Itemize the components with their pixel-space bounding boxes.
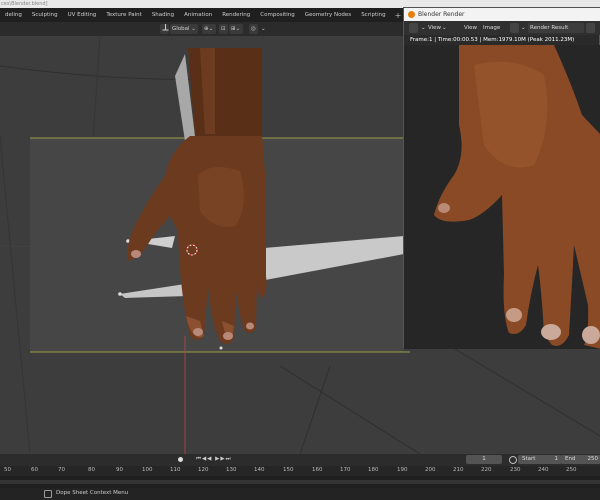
menu-image[interactable]: Image	[481, 23, 502, 33]
frame-tick: 110	[170, 467, 181, 473]
render-window-titlebar: Blender Render	[404, 8, 600, 21]
menu-view-mode-arrow[interactable]: ⌄	[440, 23, 449, 33]
transform-orientation-dropdown[interactable]: Global ⌄	[170, 24, 198, 34]
frame-tick: 140	[254, 467, 265, 473]
image-slot-field[interactable]: Render Result	[528, 23, 584, 33]
tab-rendering[interactable]: Rendering	[217, 8, 255, 22]
menu-view[interactable]: View	[462, 23, 479, 33]
status-message: Dope Sheet Context Menu	[56, 490, 129, 496]
mouse-icon	[44, 490, 52, 498]
tab-layout[interactable]: deling	[0, 8, 27, 22]
frame-tick: 170	[340, 467, 351, 473]
frame-tick: 90	[116, 467, 123, 473]
image-browse-icon[interactable]	[510, 23, 519, 33]
frame-tick: 50	[4, 467, 11, 473]
frame-tick: 230	[510, 467, 521, 473]
start-value: 1	[554, 456, 559, 462]
end-value: 250	[587, 456, 599, 462]
start-frame-field[interactable]: Start 1	[518, 455, 562, 464]
transform-orientation-icon	[160, 24, 169, 34]
image-browse-arrow[interactable]: ⌄	[519, 23, 528, 33]
frame-tick: 190	[397, 467, 408, 473]
playback-controls[interactable]: ⏮◀◀ ▶▶⏭	[196, 455, 232, 464]
tab-uv-editing[interactable]: UV Editing	[63, 8, 102, 22]
tab-animation[interactable]: Animation	[179, 8, 217, 22]
pivot-point-dropdown[interactable]: ⊕⌄	[202, 24, 216, 34]
editor-type-icon[interactable]	[409, 23, 418, 33]
tab-compositing[interactable]: Compositing	[255, 8, 299, 22]
render-info: Frame:1 | Time:00:00.53 | Mem:1979.10M (…	[410, 37, 575, 43]
frame-tick: 120	[198, 467, 209, 473]
end-frame-field[interactable]: End 250	[562, 455, 600, 464]
frame-tick: 130	[226, 467, 237, 473]
image-pin-icon[interactable]	[586, 23, 595, 33]
current-frame-field[interactable]: 1	[466, 455, 502, 464]
frame-tick: 210	[453, 467, 464, 473]
frame-tick: 250	[566, 467, 577, 473]
record-icon[interactable]	[178, 457, 183, 462]
proportional-falloff-dropdown[interactable]: ⌄	[259, 24, 266, 34]
clock-icon[interactable]	[509, 456, 517, 464]
status-bar: Dope Sheet Context Menu	[0, 488, 600, 500]
frame-tick: 180	[368, 467, 379, 473]
start-label: Start	[522, 456, 536, 462]
tab-shading[interactable]: Shading	[147, 8, 179, 22]
frame-tick: 80	[88, 467, 95, 473]
timeline-scrollbar[interactable]	[0, 480, 600, 484]
frame-tick: 240	[538, 467, 549, 473]
blender-logo-icon	[408, 11, 415, 18]
frame-tick: 70	[58, 467, 65, 473]
render-result-canvas[interactable]	[404, 45, 600, 349]
frame-tick: 220	[481, 467, 492, 473]
timeline-ruler[interactable]: 50 60 70 80 90 100 110 120 130 140 150 1…	[0, 466, 600, 476]
rendered-hand-image	[434, 45, 600, 349]
frame-tick: 150	[283, 467, 294, 473]
image-editor-header: ⌄ View ⌄ View Image ⌄ Render Result	[404, 21, 600, 35]
tab-geometry-nodes[interactable]: Geometry Nodes	[300, 8, 356, 22]
window-title: ces\Blender.blend]	[1, 1, 48, 7]
orientation-label: Global	[172, 26, 190, 32]
render-window-title: Blender Render	[418, 11, 465, 18]
frame-tick: 200	[425, 467, 436, 473]
render-window: Blender Render ⌄ View ⌄ View Image ⌄ Ren…	[403, 7, 600, 349]
tab-texture-paint[interactable]: Texture Paint	[101, 8, 147, 22]
viewport-header: Global ⌄ ⊕⌄ ⊡ ⊞⌄ ◎ ⌄	[0, 22, 404, 36]
frame-tick: 60	[31, 467, 38, 473]
snap-target-dropdown[interactable]: ⊞⌄	[229, 24, 243, 34]
frame-tick: 100	[142, 467, 153, 473]
frame-tick: 160	[312, 467, 323, 473]
snap-toggle-icon[interactable]: ⊡	[219, 24, 228, 34]
end-label: End	[565, 456, 576, 462]
tab-scripting[interactable]: Scripting	[356, 8, 390, 22]
timeline-header: ⏮◀◀ ▶▶⏭ 1 Start 1 End 250	[0, 454, 600, 466]
proportional-edit-icon[interactable]: ◎	[249, 24, 258, 34]
tab-sculpting[interactable]: Sculpting	[27, 8, 63, 22]
